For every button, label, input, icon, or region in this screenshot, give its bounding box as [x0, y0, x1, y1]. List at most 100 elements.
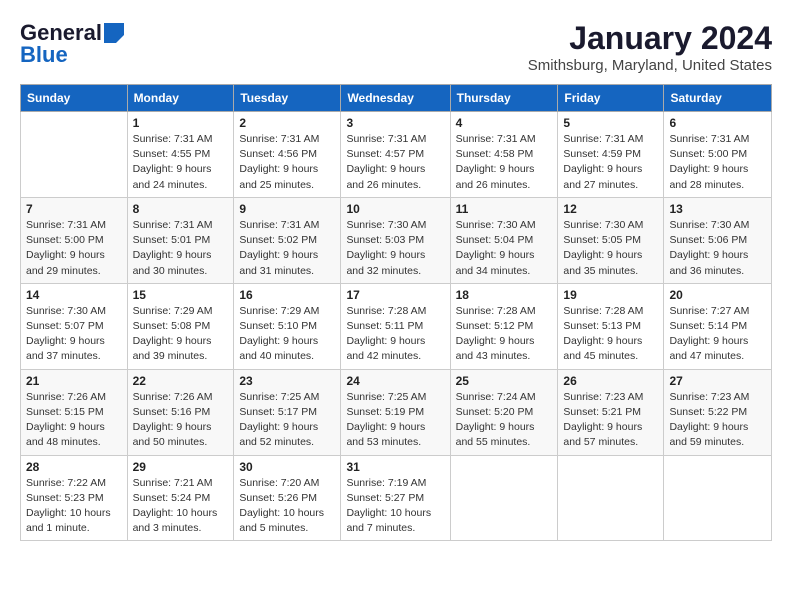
day-info: Sunrise: 7:29 AMSunset: 5:08 PMDaylight:… [133, 304, 229, 365]
calendar-cell: 9Sunrise: 7:31 AMSunset: 5:02 PMDaylight… [234, 197, 341, 283]
day-number: 5 [563, 116, 658, 130]
calendar-cell: 2Sunrise: 7:31 AMSunset: 4:56 PMDaylight… [234, 112, 341, 198]
day-number: 14 [26, 288, 122, 302]
day-number: 1 [133, 116, 229, 130]
calendar-cell: 11 Sunrise: 7:30 AMSunset: 5:04 PMDayligh… [450, 197, 558, 283]
col-sunday: Sunday [21, 85, 128, 112]
calendar-week-row: 14 Sunrise: 7:30 AMSunset: 5:07 PMDayligh… [21, 283, 772, 369]
day-number: 16 [239, 288, 335, 302]
day-info: Sunrise: 7:30 AMSunset: 5:03 PMDaylight:… [346, 218, 444, 279]
calendar-cell: 29 Sunrise: 7:21 AMSunset: 5:24 PMDayligh… [127, 455, 234, 541]
day-info: Sunrise: 7:28 AMSunset: 5:11 PMDaylight:… [346, 304, 444, 365]
day-info: Sunrise: 7:28 AMSunset: 5:12 PMDaylight:… [456, 304, 553, 365]
day-number: 10 [346, 202, 444, 216]
day-info: Sunrise: 7:26 AMSunset: 5:16 PMDaylight:… [133, 390, 229, 451]
calendar-cell: 16 Sunrise: 7:29 AMSunset: 5:10 PMDayligh… [234, 283, 341, 369]
day-info: Sunrise: 7:31 AMSunset: 4:57 PMDaylight:… [346, 132, 444, 193]
day-number: 12 [563, 202, 658, 216]
day-info: Sunrise: 7:31 AMSunset: 5:02 PMDaylight:… [239, 218, 335, 279]
calendar-cell [21, 112, 128, 198]
logo: General Blue [20, 20, 124, 68]
day-number: 6 [669, 116, 766, 130]
day-number: 17 [346, 288, 444, 302]
day-info: Sunrise: 7:23 AMSunset: 5:21 PMDaylight:… [563, 390, 658, 451]
day-number: 7 [26, 202, 122, 216]
day-number: 26 [563, 374, 658, 388]
day-number: 4 [456, 116, 553, 130]
day-number: 21 [26, 374, 122, 388]
day-info: Sunrise: 7:23 AMSunset: 5:22 PMDaylight:… [669, 390, 766, 451]
day-number: 31 [346, 460, 444, 474]
calendar-cell: 4 Sunrise: 7:31 AMSunset: 4:58 PMDaylight… [450, 112, 558, 198]
calendar-cell: 28 Sunrise: 7:22 AMSunset: 5:23 PMDayligh… [21, 455, 128, 541]
day-number: 29 [133, 460, 229, 474]
calendar-cell: 3 Sunrise: 7:31 AMSunset: 4:57 PMDaylight… [341, 112, 450, 198]
day-number: 20 [669, 288, 766, 302]
calendar-cell: 21 Sunrise: 7:26 AMSunset: 5:15 PMDayligh… [21, 369, 128, 455]
day-number: 23 [239, 374, 335, 388]
day-info: Sunrise: 7:31 AMSunset: 5:01 PMDaylight:… [133, 218, 229, 279]
page-header: General Blue January 2024 Smithsburg, Ma… [20, 20, 772, 74]
day-number: 11 [456, 202, 553, 216]
day-number: 13 [669, 202, 766, 216]
day-number: 28 [26, 460, 122, 474]
day-number: 25 [456, 374, 553, 388]
col-friday: Friday [558, 85, 664, 112]
calendar-cell: 1 Sunrise: 7:31 AMSunset: 4:55 PMDaylight… [127, 112, 234, 198]
day-info: Sunrise: 7:31 AMSunset: 4:58 PMDaylight:… [456, 132, 553, 193]
day-info: Sunrise: 7:20 AMSunset: 5:26 PMDaylight:… [239, 476, 335, 537]
calendar-header-row: Sunday Monday Tuesday Wednesday Thursday… [21, 85, 772, 112]
calendar-table: Sunday Monday Tuesday Wednesday Thursday… [20, 84, 772, 541]
calendar-cell: 26 Sunrise: 7:23 AMSunset: 5:21 PMDayligh… [558, 369, 664, 455]
day-info: Sunrise: 7:27 AMSunset: 5:14 PMDaylight:… [669, 304, 766, 365]
day-info: Sunrise: 7:29 AMSunset: 5:10 PMDaylight:… [239, 304, 335, 365]
day-info: Sunrise: 7:31 AMSunset: 5:00 PMDaylight:… [669, 132, 766, 193]
day-number: 27 [669, 374, 766, 388]
day-info: Sunrise: 7:22 AMSunset: 5:23 PMDaylight:… [26, 476, 122, 537]
day-info: Sunrise: 7:31 AMSunset: 5:00 PMDaylight:… [26, 218, 122, 279]
calendar-cell: 5 Sunrise: 7:31 AMSunset: 4:59 PMDaylight… [558, 112, 664, 198]
day-info: Sunrise: 7:31 AMSunset: 4:55 PMDaylight:… [133, 132, 229, 193]
day-info: Sunrise: 7:19 AMSunset: 5:27 PMDaylight:… [346, 476, 444, 537]
calendar-cell: 31 Sunrise: 7:19 AMSunset: 5:27 PMDayligh… [341, 455, 450, 541]
day-number: 22 [133, 374, 229, 388]
calendar-cell: 24 Sunrise: 7:25 AMSunset: 5:19 PMDayligh… [341, 369, 450, 455]
title-block: January 2024 Smithsburg, Maryland, Unite… [528, 20, 772, 74]
calendar-cell: 8 Sunrise: 7:31 AMSunset: 5:01 PMDaylight… [127, 197, 234, 283]
day-info: Sunrise: 7:25 AMSunset: 5:19 PMDaylight:… [346, 390, 444, 451]
day-info: Sunrise: 7:30 AMSunset: 5:06 PMDaylight:… [669, 218, 766, 279]
col-monday: Monday [127, 85, 234, 112]
calendar-cell: 30 Sunrise: 7:20 AMSunset: 5:26 PMDayligh… [234, 455, 341, 541]
calendar-cell: 22 Sunrise: 7:26 AMSunset: 5:16 PMDayligh… [127, 369, 234, 455]
day-info: Sunrise: 7:31 AMSunset: 4:56 PMDaylight:… [239, 132, 335, 193]
calendar-week-row: 28 Sunrise: 7:22 AMSunset: 5:23 PMDayligh… [21, 455, 772, 541]
day-info: Sunrise: 7:30 AMSunset: 5:04 PMDaylight:… [456, 218, 553, 279]
day-number: 15 [133, 288, 229, 302]
calendar-cell: 23 Sunrise: 7:25 AMSunset: 5:17 PMDayligh… [234, 369, 341, 455]
day-info: Sunrise: 7:25 AMSunset: 5:17 PMDaylight:… [239, 390, 335, 451]
day-number: 19 [563, 288, 658, 302]
col-thursday: Thursday [450, 85, 558, 112]
day-number: 18 [456, 288, 553, 302]
calendar-cell: 13 Sunrise: 7:30 AMSunset: 5:06 PMDayligh… [664, 197, 772, 283]
day-info: Sunrise: 7:30 AMSunset: 5:07 PMDaylight:… [26, 304, 122, 365]
col-tuesday: Tuesday [234, 85, 341, 112]
day-info: Sunrise: 7:31 AMSunset: 4:59 PMDaylight:… [563, 132, 658, 193]
day-info: Sunrise: 7:24 AMSunset: 5:20 PMDaylight:… [456, 390, 553, 451]
day-info: Sunrise: 7:26 AMSunset: 5:15 PMDaylight:… [26, 390, 122, 451]
calendar-cell: 25 Sunrise: 7:24 AMSunset: 5:20 PMDayligh… [450, 369, 558, 455]
day-info: Sunrise: 7:30 AMSunset: 5:05 PMDaylight:… [563, 218, 658, 279]
day-number: 24 [346, 374, 444, 388]
day-info: Sunrise: 7:21 AMSunset: 5:24 PMDaylight:… [133, 476, 229, 537]
calendar-cell: 12 Sunrise: 7:30 AMSunset: 5:05 PMDayligh… [558, 197, 664, 283]
calendar-week-row: 1 Sunrise: 7:31 AMSunset: 4:55 PMDaylight… [21, 112, 772, 198]
logo-blue-text: Blue [20, 42, 68, 68]
col-wednesday: Wednesday [341, 85, 450, 112]
day-number: 8 [133, 202, 229, 216]
logo-icon [104, 23, 124, 43]
calendar-cell [664, 455, 772, 541]
day-number: 30 [239, 460, 335, 474]
calendar-cell: 14 Sunrise: 7:30 AMSunset: 5:07 PMDayligh… [21, 283, 128, 369]
calendar-cell [558, 455, 664, 541]
day-number: 3 [346, 116, 444, 130]
